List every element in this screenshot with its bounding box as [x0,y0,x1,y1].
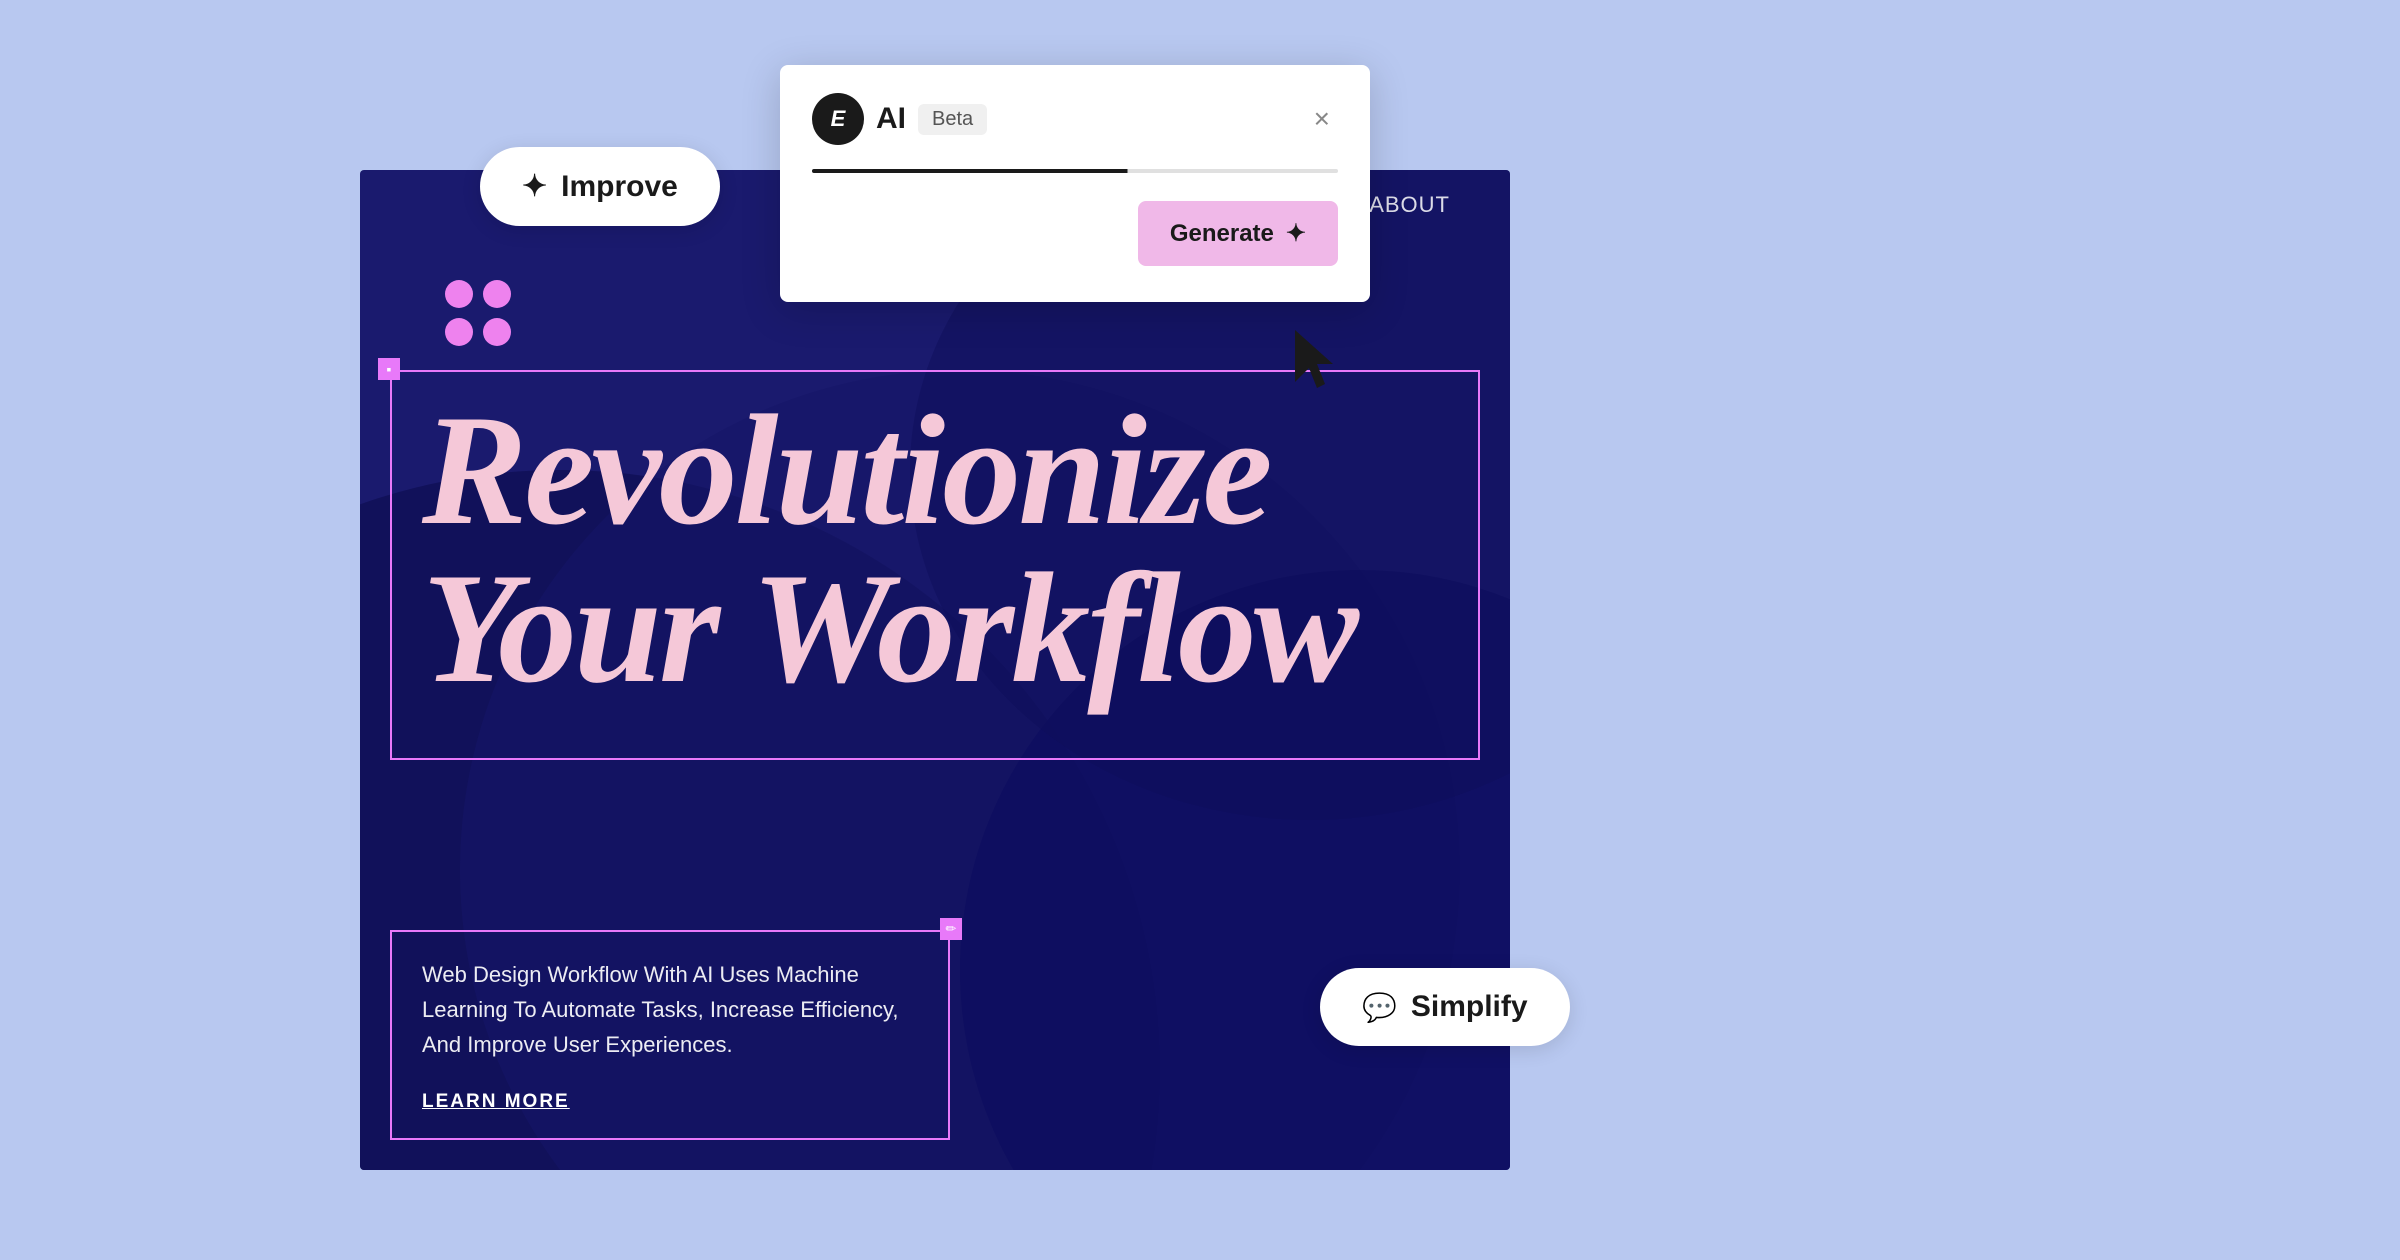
sub-content-section: ✏ Web Design Workflow With AI Uses Machi… [390,930,950,1140]
ai-label: AI [876,102,906,136]
ai-panel-header: E AI Beta × [812,93,1338,145]
generate-button[interactable]: Generate ✦ [1138,201,1338,266]
ai-panel: E AI Beta × Generate ✦ [780,65,1370,302]
nav-item-about[interactable]: ABOUT [1369,192,1450,218]
hero-title: Revolutionize Your Workflow [422,392,1448,708]
simplify-bubble[interactable]: 💬 Simplify [1320,968,1570,1046]
ai-logo-area: E AI Beta [812,93,987,145]
improve-sparkle-icon: ✦ [522,169,547,204]
sub-handle: ✏ [940,918,962,940]
beta-badge: Beta [918,104,987,135]
elementor-logo: E [812,93,864,145]
ai-panel-divider [812,169,1338,173]
hero-section: ▪ Revolutionize Your Workflow [390,370,1480,760]
cursor-arrow [1295,330,1347,397]
grid-decoration [445,280,511,346]
simplify-label: Simplify [1411,990,1528,1024]
learn-more-link[interactable]: LEARN MORE [422,1091,918,1113]
generate-label: Generate [1170,220,1274,248]
close-button[interactable]: × [1306,99,1338,139]
generate-sparkle-icon: ✦ [1286,219,1306,248]
improve-bubble[interactable]: ✦ Improve [480,147,720,226]
simplify-chat-icon: 💬 [1362,991,1397,1024]
improve-label: Improve [561,170,678,204]
selection-handle-icon: ▪ [387,361,392,377]
sub-description: Web Design Workflow With AI Uses Machine… [422,957,918,1063]
